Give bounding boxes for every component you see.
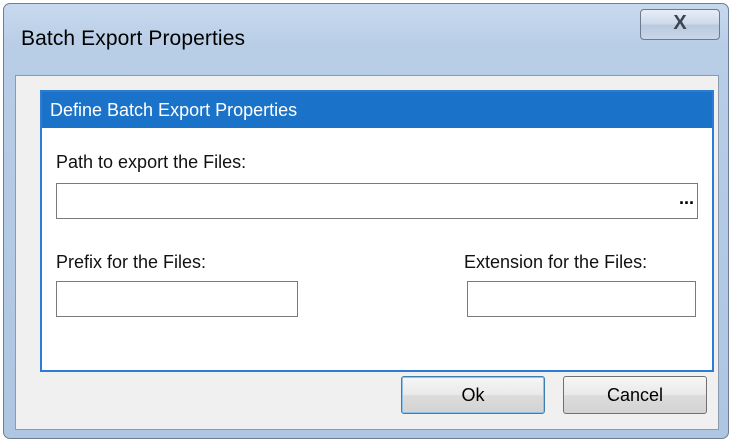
cancel-button[interactable]: Cancel (563, 376, 707, 414)
prefix-label: Prefix for the Files: (56, 252, 207, 272)
ok-button[interactable]: Ok (401, 376, 545, 414)
prefix-input[interactable] (56, 281, 298, 317)
group-header: Define Batch Export Properties (42, 92, 712, 128)
close-button[interactable]: X (640, 9, 720, 40)
extension-label: Extension for the Files: (464, 252, 648, 272)
title-bar[interactable]: Batch Export Properties X (4, 4, 728, 76)
extension-input[interactable] (467, 281, 696, 317)
batch-export-group: Define Batch Export Properties Path to e… (40, 90, 714, 372)
path-input[interactable]: ... (56, 183, 698, 219)
browse-ellipsis-button[interactable]: ... (679, 188, 694, 209)
close-icon: X (673, 12, 687, 34)
window-title: Batch Export Properties (21, 27, 246, 50)
path-label: Path to export the Files: (56, 152, 247, 172)
